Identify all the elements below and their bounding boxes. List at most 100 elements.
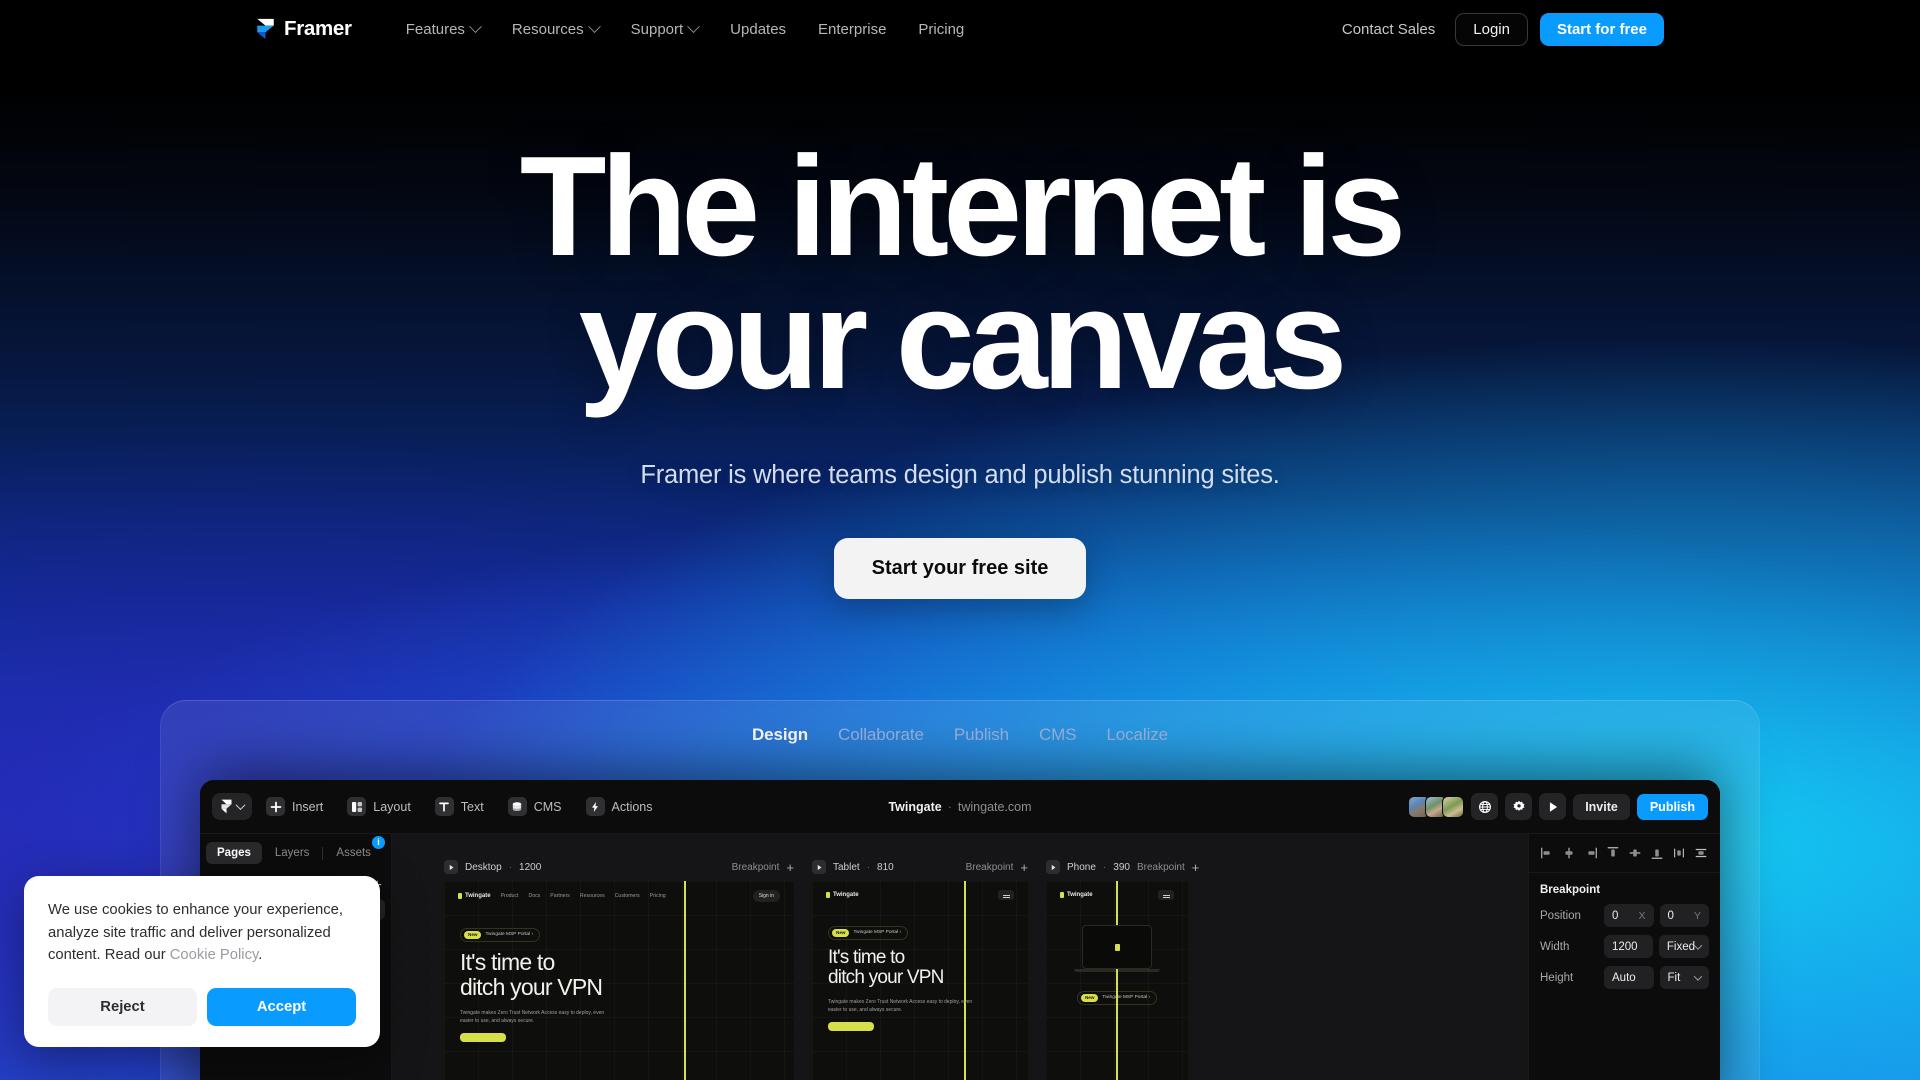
contact-sales-link[interactable]: Contact Sales <box>1334 15 1443 44</box>
width-mode-select[interactable]: Fixed <box>1658 935 1709 958</box>
canvas-frame-tablet[interactable]: Tablet · 810 Breakpoint + Twingate New T… <box>812 858 1028 1080</box>
height-input[interactable]: Auto <box>1604 966 1654 989</box>
tab-cms[interactable]: CMS <box>1039 725 1077 745</box>
avatar[interactable] <box>1442 795 1465 818</box>
align-middle-vertical-icon[interactable] <box>1625 843 1645 863</box>
framer-logo-icon <box>221 799 232 814</box>
align-center-horizontal-icon[interactable] <box>1559 843 1579 863</box>
height-mode-value: Fit <box>1667 971 1681 984</box>
pill-text: Twingate MSP Portal › <box>485 932 534 937</box>
frame-preview-button[interactable] <box>1046 860 1060 874</box>
toolbar-item-label: Layout <box>373 799 411 814</box>
height-mode-select[interactable]: Fit <box>1659 966 1709 989</box>
editor-canvas[interactable]: Desktop · 1200 Breakpoint + Twingate Pro… <box>392 834 1528 1080</box>
publish-button[interactable]: Publish <box>1636 793 1708 820</box>
tab-collaborate[interactable]: Collaborate <box>838 725 924 745</box>
width-input[interactable]: 1200 <box>1604 935 1653 958</box>
gear-icon <box>1513 800 1525 811</box>
frame-preview-button[interactable] <box>444 860 458 874</box>
top-navbar: Framer Features Resources Support Update… <box>0 0 1920 58</box>
add-breakpoint-button[interactable]: + <box>786 861 794 874</box>
site-cta-button <box>828 1022 874 1032</box>
position-x-input[interactable]: 0 X <box>1604 904 1654 927</box>
nav-link-support[interactable]: Support <box>615 15 715 44</box>
info-badge[interactable]: i <box>372 836 385 849</box>
frame-content: Twingate New Twingate MSP Portal › It's … <box>812 881 1028 1080</box>
site-announcement-pill: New Twingate MSP Portal › <box>460 927 541 942</box>
settings-button[interactable] <box>1505 793 1533 820</box>
nav-link-label: Pricing <box>918 20 965 38</box>
distribute-vertical-icon[interactable] <box>1691 843 1711 863</box>
accept-cookies-button[interactable]: Accept <box>207 988 356 1026</box>
tab-pages[interactable]: Pages <box>206 842 262 864</box>
site-logo: Twingate <box>458 893 491 899</box>
frame-breakpoint-group: Breakpoint + <box>966 861 1028 874</box>
left-panel-tabs: Pages Layers Assets i <box>200 834 391 872</box>
cookie-policy-link[interactable]: Cookie Policy <box>170 947 259 963</box>
tab-layers[interactable]: Layers <box>264 842 321 864</box>
bolt-icon <box>585 797 605 816</box>
database-icon <box>507 797 527 816</box>
nav-link-updates[interactable]: Updates <box>714 15 802 44</box>
canvas-frame-desktop[interactable]: Desktop · 1200 Breakpoint + Twingate Pro… <box>444 858 794 1080</box>
toolbar-item-label: Actions <box>611 799 653 814</box>
position-y-input[interactable]: 0 Y <box>1659 904 1709 927</box>
tab-localize[interactable]: Localize <box>1106 725 1168 745</box>
width-label: Width <box>1540 940 1570 953</box>
width-row: Width 1200 Fixed <box>1529 931 1720 962</box>
toolbar-layout-button[interactable]: Layout <box>337 792 421 821</box>
chevron-down-icon <box>235 800 246 811</box>
collaborator-avatars <box>1408 795 1465 818</box>
framer-brand[interactable]: Framer <box>256 17 352 41</box>
site-navbar: Twingate <box>812 881 1028 909</box>
site-nav-link: Customers <box>614 893 640 899</box>
add-breakpoint-button[interactable]: + <box>1020 861 1028 874</box>
nav-link-pricing[interactable]: Pricing <box>902 15 980 44</box>
reject-cookies-button[interactable]: Reject <box>48 988 197 1026</box>
frame-separator: · <box>508 861 513 873</box>
align-top-icon[interactable] <box>1603 843 1623 863</box>
frame-preview-button[interactable] <box>812 860 826 874</box>
tab-design[interactable]: Design <box>752 725 808 745</box>
hero-title-line-2: your canvas <box>578 260 1348 420</box>
nav-link-resources[interactable]: Resources <box>496 15 615 44</box>
align-bottom-icon[interactable] <box>1647 843 1667 863</box>
showcase-tabs: Design Collaborate Publish CMS Localize <box>161 725 1759 745</box>
frame-breakpoint-label: Breakpoint <box>1136 861 1185 873</box>
nav-link-features[interactable]: Features <box>390 15 496 44</box>
toolbar-text-button[interactable]: Text <box>425 792 494 821</box>
add-breakpoint-button[interactable]: + <box>1192 861 1200 874</box>
navbar-links: Features Resources Support Updates Enter… <box>390 15 981 44</box>
preview-button[interactable] <box>1539 793 1567 820</box>
frame-content: Twingate New Twingate MSP Portal › <box>1046 881 1188 1080</box>
canvas-frame-phone[interactable]: Phone · 390 Breakpoint + Twingate <box>1046 858 1199 1080</box>
globe-button[interactable] <box>1471 793 1499 820</box>
frame-header: Desktop · 1200 Breakpoint + <box>444 858 794 876</box>
alignment-toolbar <box>1529 834 1720 873</box>
start-for-free-button[interactable]: Start for free <box>1539 12 1664 46</box>
align-right-icon[interactable] <box>1581 843 1601 863</box>
navbar-right: Contact Sales Login Start for free <box>1334 12 1664 46</box>
toolbar-cms-button[interactable]: CMS <box>498 792 572 821</box>
framer-editor-window: Insert Layout Text CMS Actions Twingate … <box>200 780 1720 1080</box>
document-title-bar[interactable]: Twingate · twingate.com <box>888 800 1031 814</box>
site-headline-line-1: It's time to <box>828 946 905 968</box>
height-label: Height <box>1540 971 1574 984</box>
start-your-free-site-button[interactable]: Start your free site <box>833 537 1087 599</box>
nav-link-enterprise[interactable]: Enterprise <box>802 15 902 44</box>
frame-header: Tablet · 810 Breakpoint + <box>812 858 1028 876</box>
tab-publish[interactable]: Publish <box>954 725 1009 745</box>
toolbar-actions-button[interactable]: Actions <box>576 792 663 821</box>
toolbar-insert-button[interactable]: Insert <box>256 792 333 821</box>
nav-link-label: Support <box>630 20 684 38</box>
layout-guide <box>1116 881 1118 1080</box>
distribute-horizontal-icon[interactable] <box>1669 843 1689 863</box>
pill-badge: New <box>832 928 850 937</box>
align-left-icon[interactable] <box>1537 843 1557 863</box>
editor-framer-menu-button[interactable] <box>212 793 252 820</box>
site-logo-text: Twingate <box>833 892 859 898</box>
site-announcement-pill: New Twingate MSP Portal › <box>828 925 909 940</box>
frame-separator: · <box>866 861 871 873</box>
login-button[interactable]: Login <box>1455 12 1528 46</box>
invite-button[interactable]: Invite <box>1573 793 1630 820</box>
